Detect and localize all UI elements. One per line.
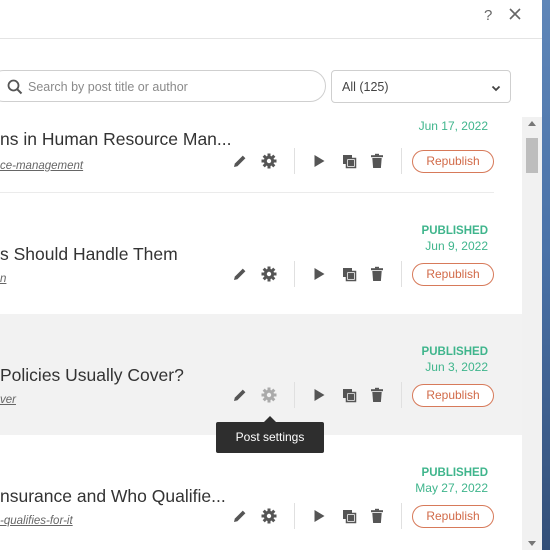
play-icon [314, 268, 325, 280]
play-icon [314, 155, 325, 167]
close-button[interactable] [505, 4, 525, 24]
divider [401, 261, 402, 287]
divider [401, 503, 402, 529]
post-title[interactable]: s Should Handle Them [0, 244, 178, 265]
settings-button[interactable] [260, 386, 278, 404]
post-slug[interactable]: n [0, 273, 6, 285]
scroll-down-arrow-icon[interactable] [528, 541, 536, 546]
copy-icon [343, 155, 357, 169]
scroll-up-arrow-icon[interactable] [528, 121, 536, 126]
pencil-icon [234, 268, 246, 280]
post-slug[interactable]: ce-management [0, 160, 83, 172]
edit-button[interactable] [231, 507, 249, 525]
search-input[interactable]: Search by post title or author [0, 70, 326, 102]
copy-icon [343, 268, 357, 282]
list-item: Jun 17, 2022 ns in Human Resource Man...… [0, 117, 522, 192]
republish-button[interactable]: Republish [412, 505, 494, 528]
dialog-header: ? [0, 0, 542, 39]
settings-button[interactable] [260, 152, 278, 170]
post-date: Jun 9, 2022 [425, 239, 488, 253]
status-filter-value: All (125) [342, 80, 389, 94]
post-status: PUBLISHED [421, 346, 488, 358]
post-title[interactable]: Policies Usually Cover? [0, 365, 184, 386]
list-item: PUBLISHED Jun 9, 2022 s Should Handle Th… [0, 193, 522, 314]
gear-icon [261, 387, 277, 403]
post-settings-tooltip: Post settings [216, 422, 324, 453]
post-date: Jun 3, 2022 [425, 360, 488, 374]
pencil-icon [234, 389, 246, 401]
divider [294, 148, 295, 174]
scrollbar[interactable] [522, 117, 542, 550]
post-status: PUBLISHED [421, 225, 488, 237]
duplicate-button[interactable] [340, 386, 358, 404]
post-title[interactable]: ns in Human Resource Man... [0, 129, 232, 150]
play-icon [314, 510, 325, 522]
help-button[interactable]: ? [484, 7, 492, 24]
edit-button[interactable] [231, 152, 249, 170]
preview-button[interactable] [310, 265, 328, 283]
copy-icon [343, 510, 357, 524]
post-slug[interactable]: -qualifies-for-it [0, 515, 73, 527]
delete-button[interactable] [368, 265, 386, 283]
edit-button[interactable] [231, 386, 249, 404]
gear-icon [261, 508, 277, 524]
delete-button[interactable] [368, 152, 386, 170]
duplicate-button[interactable] [340, 265, 358, 283]
edit-button[interactable] [231, 265, 249, 283]
scroll-thumb[interactable] [526, 138, 538, 173]
chevron-down-icon [490, 81, 502, 93]
divider [294, 503, 295, 529]
divider [401, 148, 402, 174]
republish-button[interactable]: Republish [412, 150, 494, 173]
search-placeholder: Search by post title or author [28, 80, 188, 94]
preview-button[interactable] [310, 507, 328, 525]
gear-icon [261, 266, 277, 282]
post-status: PUBLISHED [421, 467, 488, 479]
post-date: Jun 17, 2022 [418, 119, 488, 133]
preview-button[interactable] [310, 152, 328, 170]
trash-icon [371, 508, 383, 523]
post-slug[interactable]: ver [0, 394, 16, 406]
status-filter-select[interactable]: All (125) [331, 70, 511, 103]
trash-icon [371, 266, 383, 281]
settings-button[interactable] [260, 265, 278, 283]
gear-icon [261, 153, 277, 169]
republish-button[interactable]: Republish [412, 263, 494, 286]
close-icon [509, 8, 521, 20]
delete-button[interactable] [368, 507, 386, 525]
trash-icon [371, 153, 383, 168]
preview-button[interactable] [310, 386, 328, 404]
divider [401, 382, 402, 408]
copy-icon [343, 389, 357, 403]
divider [294, 261, 295, 287]
divider [294, 382, 295, 408]
duplicate-button[interactable] [340, 507, 358, 525]
posts-dialog: ? Search by post title or author All (12… [0, 0, 542, 550]
republish-button[interactable]: Republish [412, 384, 494, 407]
post-date: May 27, 2022 [415, 481, 488, 495]
pencil-icon [234, 155, 246, 167]
settings-button[interactable] [260, 507, 278, 525]
pencil-icon [234, 510, 246, 522]
list-item-hovered: PUBLISHED Jun 3, 2022 Policies Usually C… [0, 314, 522, 435]
background-strip [542, 0, 550, 550]
search-icon [7, 79, 23, 95]
play-icon [314, 389, 325, 401]
duplicate-button[interactable] [340, 152, 358, 170]
posts-list: Jun 17, 2022 ns in Human Resource Man...… [0, 117, 522, 550]
trash-icon [371, 387, 383, 402]
delete-button[interactable] [368, 386, 386, 404]
post-title[interactable]: nsurance and Who Qualifie... [0, 486, 226, 507]
